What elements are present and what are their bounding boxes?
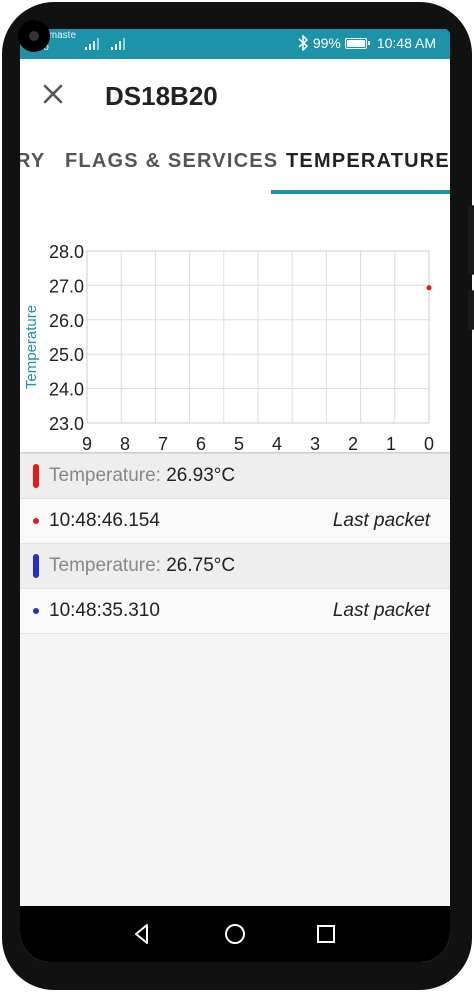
tab-flags-services[interactable]: FLAGS & SERVICES [65, 150, 278, 173]
reading-header[interactable]: Temperature: 26.93°C [20, 454, 450, 499]
x-tick-label: 9 [82, 434, 92, 452]
reading-note: Last packet [332, 510, 430, 531]
navigation-bar [20, 906, 450, 962]
series-color-bar [33, 554, 39, 578]
readings-list: Temperature: 26.93°C 10:48:46.154 Last p… [20, 454, 450, 634]
battery-percent: 99% [312, 35, 341, 51]
x-tick-label: 3 [310, 434, 320, 452]
close-icon[interactable] [38, 79, 68, 109]
x-tick-label: 7 [158, 434, 168, 452]
battery-icon [344, 37, 370, 49]
temperature-chart: 28.027.026.025.024.023.09876543210TIME (… [20, 194, 450, 452]
data-point [426, 285, 432, 291]
bluetooth-icon [298, 35, 308, 51]
y-tick-label: 26.0 [49, 311, 84, 331]
reading-label: Temperature: [49, 465, 161, 486]
x-tick-label: 4 [272, 434, 282, 452]
reading-value: 26.93°C [166, 465, 236, 486]
x-tick-label: 1 [386, 434, 396, 452]
page-title: DS18B20 [105, 81, 218, 111]
series-dot [33, 518, 39, 524]
series-color-bar [33, 464, 39, 488]
y-tick-label: 27.0 [49, 276, 84, 296]
signal-icon [85, 38, 99, 50]
back-icon[interactable] [128, 920, 156, 948]
status-bar: Namaste No 99% 10:48 AM [20, 29, 450, 59]
tab-history[interactable]: RY [20, 150, 45, 173]
reading-note: Last packet [332, 600, 430, 621]
chart-svg: 28.027.026.025.024.023.09876543210TIME (… [23, 242, 434, 452]
y-axis-label: Temperature [23, 305, 40, 389]
tab-bar: RY FLAGS & SERVICES TEMPERATURE [20, 131, 450, 194]
reading-value: 26.75°C [166, 555, 236, 576]
recents-icon[interactable] [312, 920, 340, 948]
signal-icon-2 [111, 38, 125, 50]
reading-time: 10:48:46.154 [49, 510, 160, 531]
x-tick-label: 6 [196, 434, 206, 452]
power-button [468, 290, 474, 330]
tab-temperature[interactable]: TEMPERATURE [286, 150, 450, 173]
reading-label: Temperature: [49, 555, 161, 576]
status-right: 99% 10:48 AM [297, 35, 436, 51]
x-tick-label: 8 [120, 434, 130, 452]
reading-row[interactable]: 10:48:35.310 Last packet [20, 589, 450, 634]
reading-header[interactable]: Temperature: 26.75°C [20, 544, 450, 589]
x-tick-label: 0 [424, 434, 434, 452]
volume-button [468, 205, 474, 275]
x-tick-label: 5 [234, 434, 244, 452]
status-time: 10:48 AM [376, 35, 436, 51]
phone-frame: Namaste No 99% 10:48 AM [0, 0, 474, 992]
y-tick-label: 28.0 [49, 242, 84, 262]
camera-cutout [18, 20, 50, 52]
y-tick-label: 23.0 [49, 414, 84, 434]
reading-summary: Temperature: 26.75°C [49, 555, 235, 577]
series-dot [33, 608, 39, 614]
home-icon[interactable] [221, 920, 249, 948]
reading-time: 10:48:35.310 [49, 600, 160, 621]
x-tick-label: 2 [348, 434, 358, 452]
y-tick-label: 24.0 [49, 380, 84, 400]
y-tick-label: 25.0 [49, 345, 84, 365]
reading-row[interactable]: 10:48:46.154 Last packet [20, 499, 450, 544]
screen: Namaste No 99% 10:48 AM [20, 29, 450, 962]
reading-summary: Temperature: 26.93°C [49, 465, 235, 487]
app-bar: DS18B20 [20, 59, 450, 131]
